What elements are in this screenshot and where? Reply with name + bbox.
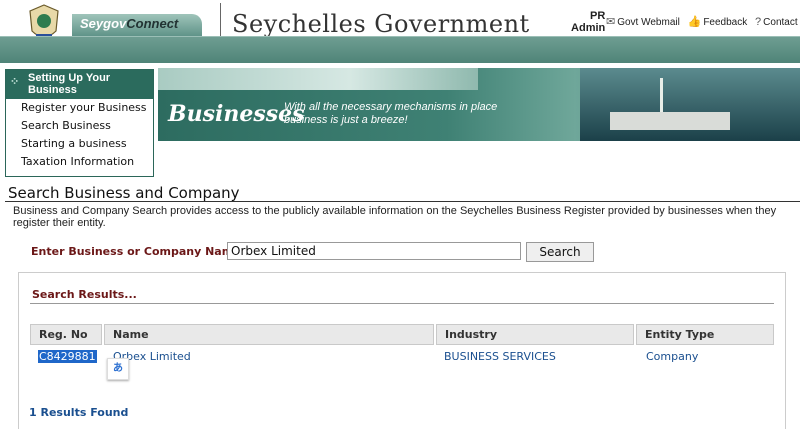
user-account[interactable]: PR Admin (560, 10, 605, 34)
sidebar-heading-icon: ⁘ (10, 76, 20, 88)
search-label: Enter Business or Company Name (31, 245, 241, 258)
table-row-entity-type: Company (646, 350, 699, 363)
column-header-name[interactable]: Name (104, 324, 434, 345)
results-count: 1 Results Found (29, 406, 129, 419)
banner-highlight (158, 68, 478, 90)
feedback-link[interactable]: 👍 Feedback (687, 16, 748, 28)
title-divider (5, 201, 800, 202)
feedback-label: Feedback (703, 17, 748, 28)
contact-link[interactable]: ?Contact Us (755, 16, 800, 28)
ship-hull (610, 112, 730, 130)
brand-part2: Connect (126, 16, 179, 31)
column-header-industry[interactable]: Industry (436, 324, 634, 345)
sidebar-item-search[interactable]: Search Business (6, 117, 153, 135)
results-divider (30, 303, 774, 304)
banner-subtitle: With all the necessary mechanisms in pla… (284, 101, 497, 127)
user-initials: PR (590, 10, 606, 22)
sidebar-item-register[interactable]: Register your Business (6, 99, 153, 117)
ship-mast (660, 78, 663, 112)
mail-icon: ✉ (606, 16, 616, 28)
sidebar-item-taxation[interactable]: Taxation Information (6, 153, 153, 171)
contact-label: Contact Us (763, 17, 800, 28)
page-description: Business and Company Search provides acc… (13, 205, 777, 229)
page-title: Search Business and Company (8, 184, 240, 202)
column-header-reg-no[interactable]: Reg. No (30, 324, 102, 345)
brand-part1: Seygov (80, 16, 127, 31)
sidebar-heading: ⁘ Setting Up Your Business (6, 70, 153, 99)
sidebar: ⁘ Setting Up Your Business Register your… (5, 69, 154, 177)
top-links: ✉Govt Webmail 👍Feedback ?Contact Us (606, 15, 800, 28)
reg-no-value: C8429881 (38, 350, 97, 363)
translate-icon[interactable]: あ (107, 358, 129, 380)
column-header-entity-type[interactable]: Entity Type (636, 324, 774, 345)
ship-image (580, 68, 800, 141)
help-icon: ? (755, 16, 762, 28)
user-role: Admin (571, 22, 606, 34)
nav-bar (0, 36, 800, 63)
webmail-link[interactable]: ✉ Govt Webmail (606, 16, 680, 28)
webmail-label: Govt Webmail (617, 17, 680, 28)
header-divider (220, 3, 221, 37)
banner: Businesses With all the necessary mechan… (158, 68, 800, 141)
table-row-industry: BUSINESS SERVICES (444, 350, 556, 363)
sidebar-heading-label: Setting Up Your Business (28, 72, 111, 96)
banner-subtitle-line2: business is just a breeze! (284, 114, 408, 126)
table-row-reg-no[interactable]: C8429881 (38, 350, 97, 363)
results-heading: Search Results... (32, 288, 137, 301)
search-input[interactable] (227, 242, 521, 260)
top-header: SeygovConnect Seychelles Government PR A… (0, 0, 800, 38)
search-button[interactable]: Search (526, 242, 594, 262)
banner-subtitle-line1: With all the necessary mechanisms in pla… (284, 101, 498, 113)
sidebar-item-starting[interactable]: Starting a business (6, 135, 153, 153)
thumbs-up-icon: 👍 (687, 16, 702, 28)
site-title: Seychelles Government (232, 10, 530, 38)
brand-logo[interactable]: SeygovConnect (80, 16, 178, 31)
